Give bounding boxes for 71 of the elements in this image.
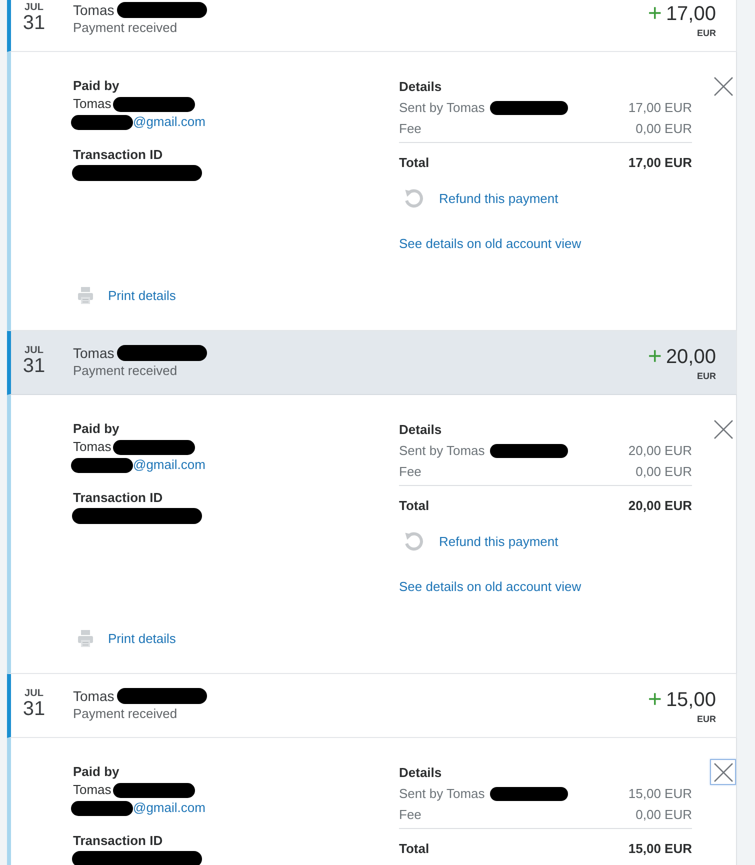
- detail-line-value: 0,00 EUR: [636, 120, 692, 138]
- refund-link[interactable]: Refund this payment: [439, 188, 558, 208]
- detail-line-value: 20,00 EUR: [628, 442, 692, 460]
- total-value: 17,00 EUR: [628, 154, 692, 172]
- transaction-type: Payment received: [73, 19, 178, 36]
- sender-name: Tomas: [73, 687, 114, 705]
- transaction-header[interactable]: JUL 31 Tomas Payment received + 20,00 EUR: [7, 331, 737, 395]
- close-icon: [714, 762, 732, 782]
- refund-link[interactable]: Refund this payment: [439, 530, 558, 552]
- transaction-id-label: Transaction ID: [73, 146, 163, 164]
- close-button[interactable]: [710, 759, 736, 785]
- amount-sign: +: [648, 2, 662, 26]
- detail-line-label: Fee: [399, 120, 422, 138]
- payer-name: Tomas: [73, 781, 112, 799]
- total-label: Total: [399, 840, 430, 858]
- detail-line-value: 0,00 EUR: [636, 806, 692, 824]
- old-view-link[interactable]: See details on old account view: [399, 233, 582, 254]
- currency-label: EUR: [696, 371, 716, 381]
- amount-sign: +: [648, 688, 662, 712]
- date-day: 31: [22, 13, 46, 34]
- transaction-header[interactable]: JUL 31 Tomas Payment received + 17,00 EUR: [7, 0, 737, 52]
- amount-value: 17,00: [666, 2, 716, 26]
- refund-arrow-icon: [404, 188, 424, 208]
- paid-by-label: Paid by: [73, 763, 120, 781]
- close-icon: [714, 420, 732, 438]
- paid-by-label: Paid by: [73, 77, 120, 95]
- email-link[interactable]: @gmail.com: [133, 799, 206, 817]
- amount-value: 20,00: [666, 345, 716, 369]
- detail-line-label: Sent by Tomas: [399, 442, 485, 460]
- transaction-id-label: Transaction ID: [73, 832, 163, 850]
- paid-by-label: Paid by: [73, 420, 120, 438]
- detail-line-value: 17,00 EUR: [628, 99, 692, 117]
- date-day: 31: [22, 699, 46, 720]
- print-details-link[interactable]: Print details: [108, 630, 176, 646]
- transaction-header[interactable]: JUL 31 Tomas Payment received + 15,00 EUR: [7, 674, 737, 738]
- total-label: Total: [399, 497, 430, 515]
- currency-label: EUR: [696, 714, 716, 724]
- amount-sign: +: [648, 345, 662, 369]
- refund-arrow-icon: [404, 531, 424, 551]
- detail-line-value: 0,00 EUR: [636, 463, 692, 481]
- print-details-link[interactable]: Print details: [108, 288, 176, 302]
- email-link[interactable]: @gmail.com: [133, 456, 206, 474]
- sender-name: Tomas: [73, 344, 114, 362]
- date-month: JUL: [24, 345, 44, 356]
- close-icon: [714, 76, 732, 96]
- date-month: JUL: [24, 688, 44, 699]
- total-value: 20,00 EUR: [628, 497, 692, 515]
- detail-line-value: 15,00 EUR: [628, 785, 692, 803]
- printer-icon: [78, 630, 93, 646]
- email-link[interactable]: @gmail.com: [133, 113, 206, 131]
- payer-name: Tomas: [73, 95, 112, 113]
- transaction-id-label: Transaction ID: [73, 489, 163, 507]
- date-month: JUL: [24, 2, 44, 13]
- details-label: Details: [399, 78, 443, 96]
- detail-line-label: Sent by Tomas: [399, 785, 485, 803]
- detail-line-label: Sent by Tomas: [399, 99, 485, 117]
- old-view-link[interactable]: See details on old account view: [399, 576, 582, 597]
- sender-name: Tomas: [73, 1, 114, 19]
- amount-value: 15,00: [666, 688, 716, 712]
- date-day: 31: [22, 356, 46, 377]
- printer-icon: [78, 286, 93, 304]
- currency-label: EUR: [696, 28, 716, 38]
- detail-line-label: Fee: [399, 806, 422, 824]
- total-label: Total: [399, 154, 430, 172]
- details-label: Details: [399, 764, 443, 782]
- total-value: 15,00 EUR: [628, 840, 692, 858]
- transaction-type: Payment received: [73, 362, 178, 379]
- details-label: Details: [399, 421, 443, 439]
- detail-line-label: Fee: [399, 463, 422, 481]
- payer-name: Tomas: [73, 438, 112, 456]
- transaction-type: Payment received: [73, 705, 178, 722]
